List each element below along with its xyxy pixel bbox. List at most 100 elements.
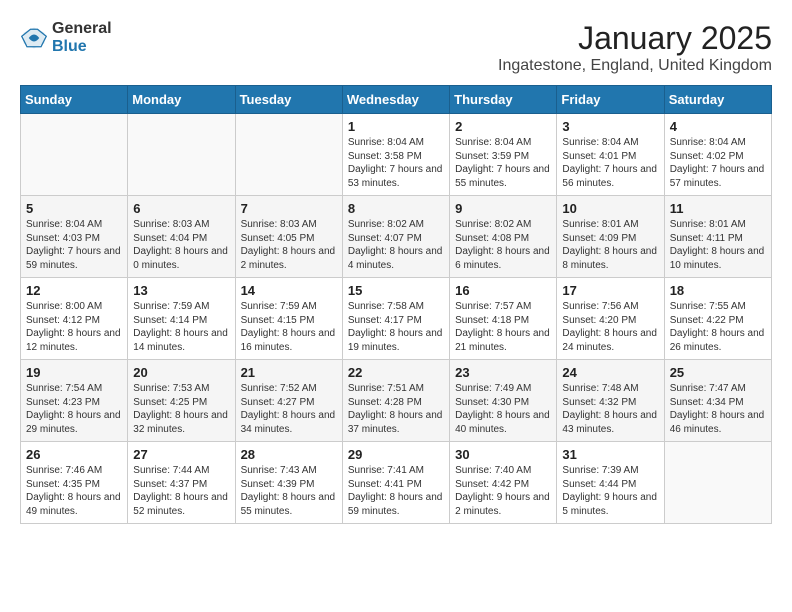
calendar-cell: 22 Sunrise: 7:51 AM Sunset: 4:28 PM Dayli…: [342, 360, 449, 442]
day-info: Sunrise: 7:49 AM Sunset: 4:30 PM Dayligh…: [455, 382, 551, 436]
calendar-cell: 19 Sunrise: 7:54 AM Sunset: 4:23 PM Dayli…: [21, 360, 128, 442]
logo-blue-text: Blue: [52, 38, 112, 56]
calendar-week-3: 12 Sunrise: 8:00 AM Sunset: 4:12 PM Dayli…: [21, 278, 772, 360]
day-info: Sunrise: 8:03 AM Sunset: 4:04 PM Dayligh…: [133, 218, 229, 272]
day-info: Sunrise: 8:04 AM Sunset: 4:02 PM Dayligh…: [670, 136, 766, 190]
day-number: 10: [562, 201, 658, 216]
day-number: 20: [133, 365, 229, 380]
page-header: General Blue January 2025 Ingatestone, E…: [20, 20, 772, 75]
day-info: Sunrise: 8:04 AM Sunset: 3:59 PM Dayligh…: [455, 136, 551, 190]
day-number: 4: [670, 119, 766, 134]
day-number: 28: [241, 447, 337, 462]
calendar-cell: 12 Sunrise: 8:00 AM Sunset: 4:12 PM Dayli…: [21, 278, 128, 360]
day-info: Sunrise: 8:02 AM Sunset: 4:08 PM Dayligh…: [455, 218, 551, 272]
day-info: Sunrise: 7:39 AM Sunset: 4:44 PM Dayligh…: [562, 464, 658, 518]
day-number: 31: [562, 447, 658, 462]
calendar-cell: 15 Sunrise: 7:58 AM Sunset: 4:17 PM Dayli…: [342, 278, 449, 360]
day-info: Sunrise: 8:04 AM Sunset: 3:58 PM Dayligh…: [348, 136, 444, 190]
day-number: 11: [670, 201, 766, 216]
calendar-cell: 14 Sunrise: 7:59 AM Sunset: 4:15 PM Dayli…: [235, 278, 342, 360]
calendar-cell: 24 Sunrise: 7:48 AM Sunset: 4:32 PM Dayli…: [557, 360, 664, 442]
logo: General Blue: [20, 20, 112, 55]
day-info: Sunrise: 8:04 AM Sunset: 4:03 PM Dayligh…: [26, 218, 122, 272]
calendar-cell: 5Sunrise: 8:04 AM Sunset: 4:03 PM Daylig…: [21, 196, 128, 278]
day-info: Sunrise: 7:43 AM Sunset: 4:39 PM Dayligh…: [241, 464, 337, 518]
day-number: 19: [26, 365, 122, 380]
day-info: Sunrise: 7:48 AM Sunset: 4:32 PM Dayligh…: [562, 382, 658, 436]
month-title: January 2025: [498, 20, 772, 57]
day-number: 17: [562, 283, 658, 298]
day-number: 18: [670, 283, 766, 298]
calendar-cell: 6Sunrise: 8:03 AM Sunset: 4:04 PM Daylig…: [128, 196, 235, 278]
calendar-cell: 8 Sunrise: 8:02 AM Sunset: 4:07 PM Daylig…: [342, 196, 449, 278]
calendar-cell: 4 Sunrise: 8:04 AM Sunset: 4:02 PM Daylig…: [664, 114, 771, 196]
day-header-sunday: Sunday: [21, 86, 128, 114]
day-info: Sunrise: 8:01 AM Sunset: 4:11 PM Dayligh…: [670, 218, 766, 272]
calendar-cell: 23 Sunrise: 7:49 AM Sunset: 4:30 PM Dayli…: [450, 360, 557, 442]
calendar-cell: 16 Sunrise: 7:57 AM Sunset: 4:18 PM Dayli…: [450, 278, 557, 360]
day-info: Sunrise: 7:44 AM Sunset: 4:37 PM Dayligh…: [133, 464, 229, 518]
day-number: 14: [241, 283, 337, 298]
calendar-cell: 26 Sunrise: 7:46 AM Sunset: 4:35 PM Dayli…: [21, 442, 128, 524]
day-info: Sunrise: 7:58 AM Sunset: 4:17 PM Dayligh…: [348, 300, 444, 354]
day-number: 8: [348, 201, 444, 216]
day-info: Sunrise: 7:56 AM Sunset: 4:20 PM Dayligh…: [562, 300, 658, 354]
day-info: Sunrise: 7:59 AM Sunset: 4:15 PM Dayligh…: [241, 300, 337, 354]
day-info: Sunrise: 8:02 AM Sunset: 4:07 PM Dayligh…: [348, 218, 444, 272]
day-info: Sunrise: 7:57 AM Sunset: 4:18 PM Dayligh…: [455, 300, 551, 354]
day-number: 13: [133, 283, 229, 298]
calendar-body: 1Sunrise: 8:04 AM Sunset: 3:58 PM Daylig…: [21, 114, 772, 524]
calendar-table: SundayMondayTuesdayWednesdayThursdayFrid…: [20, 85, 772, 524]
day-info: Sunrise: 7:51 AM Sunset: 4:28 PM Dayligh…: [348, 382, 444, 436]
day-number: 15: [348, 283, 444, 298]
calendar-cell: 27Sunrise: 7:44 AM Sunset: 4:37 PM Dayli…: [128, 442, 235, 524]
day-info: Sunrise: 7:52 AM Sunset: 4:27 PM Dayligh…: [241, 382, 337, 436]
calendar-cell: 11 Sunrise: 8:01 AM Sunset: 4:11 PM Dayli…: [664, 196, 771, 278]
calendar-week-4: 19 Sunrise: 7:54 AM Sunset: 4:23 PM Dayli…: [21, 360, 772, 442]
day-number: 16: [455, 283, 551, 298]
calendar-cell: 30Sunrise: 7:40 AM Sunset: 4:42 PM Dayli…: [450, 442, 557, 524]
day-info: Sunrise: 8:00 AM Sunset: 4:12 PM Dayligh…: [26, 300, 122, 354]
day-info: Sunrise: 7:53 AM Sunset: 4:25 PM Dayligh…: [133, 382, 229, 436]
logo-general-text: General: [52, 20, 112, 38]
calendar-cell: 17 Sunrise: 7:56 AM Sunset: 4:20 PM Dayli…: [557, 278, 664, 360]
day-header-monday: Monday: [128, 86, 235, 114]
calendar-cell: 31 Sunrise: 7:39 AM Sunset: 4:44 PM Dayli…: [557, 442, 664, 524]
calendar-week-2: 5Sunrise: 8:04 AM Sunset: 4:03 PM Daylig…: [21, 196, 772, 278]
day-info: Sunrise: 8:01 AM Sunset: 4:09 PM Dayligh…: [562, 218, 658, 272]
day-header-friday: Friday: [557, 86, 664, 114]
day-number: 26: [26, 447, 122, 462]
calendar-cell: 13 Sunrise: 7:59 AM Sunset: 4:14 PM Dayli…: [128, 278, 235, 360]
day-number: 7: [241, 201, 337, 216]
day-header-wednesday: Wednesday: [342, 86, 449, 114]
day-info: Sunrise: 8:04 AM Sunset: 4:01 PM Dayligh…: [562, 136, 658, 190]
calendar-cell: [128, 114, 235, 196]
day-number: 23: [455, 365, 551, 380]
calendar-cell: [235, 114, 342, 196]
calendar-cell: 28 Sunrise: 7:43 AM Sunset: 4:39 PM Dayli…: [235, 442, 342, 524]
day-header-tuesday: Tuesday: [235, 86, 342, 114]
day-number: 12: [26, 283, 122, 298]
day-info: Sunrise: 7:40 AM Sunset: 4:42 PM Dayligh…: [455, 464, 551, 518]
day-info: Sunrise: 7:55 AM Sunset: 4:22 PM Dayligh…: [670, 300, 766, 354]
calendar-cell: 9Sunrise: 8:02 AM Sunset: 4:08 PM Daylig…: [450, 196, 557, 278]
calendar-cell: 20 Sunrise: 7:53 AM Sunset: 4:25 PM Dayli…: [128, 360, 235, 442]
day-number: 24: [562, 365, 658, 380]
day-number: 25: [670, 365, 766, 380]
day-number: 22: [348, 365, 444, 380]
day-info: Sunrise: 7:59 AM Sunset: 4:14 PM Dayligh…: [133, 300, 229, 354]
day-info: Sunrise: 7:47 AM Sunset: 4:34 PM Dayligh…: [670, 382, 766, 436]
calendar-header: SundayMondayTuesdayWednesdayThursdayFrid…: [21, 86, 772, 114]
calendar-cell: 2 Sunrise: 8:04 AM Sunset: 3:59 PM Daylig…: [450, 114, 557, 196]
title-section: January 2025 Ingatestone, England, Unite…: [498, 20, 772, 75]
day-info: Sunrise: 7:41 AM Sunset: 4:41 PM Dayligh…: [348, 464, 444, 518]
day-info: Sunrise: 7:46 AM Sunset: 4:35 PM Dayligh…: [26, 464, 122, 518]
day-info: Sunrise: 7:54 AM Sunset: 4:23 PM Dayligh…: [26, 382, 122, 436]
calendar-cell: 7Sunrise: 8:03 AM Sunset: 4:05 PM Daylig…: [235, 196, 342, 278]
day-number: 3: [562, 119, 658, 134]
calendar-cell: 3 Sunrise: 8:04 AM Sunset: 4:01 PM Daylig…: [557, 114, 664, 196]
day-number: 2: [455, 119, 551, 134]
calendar-cell: 18 Sunrise: 7:55 AM Sunset: 4:22 PM Dayli…: [664, 278, 771, 360]
calendar-cell: [21, 114, 128, 196]
location-text: Ingatestone, England, United Kingdom: [498, 57, 772, 75]
